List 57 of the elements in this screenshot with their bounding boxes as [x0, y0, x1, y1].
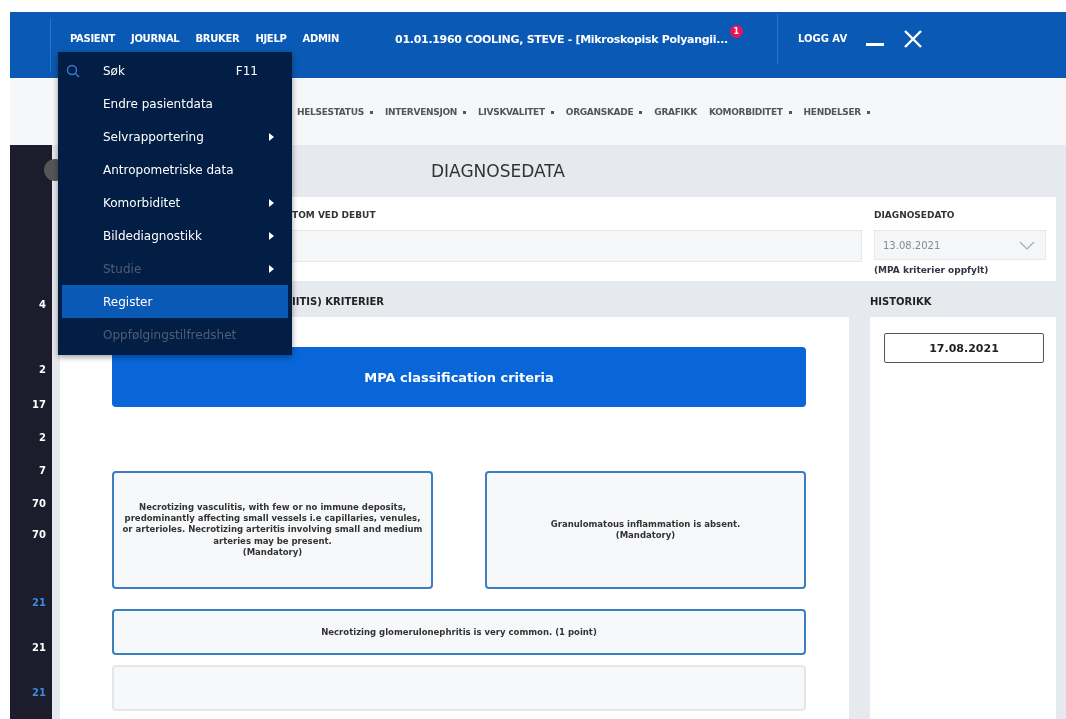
- sidebar-value: 21: [32, 686, 46, 699]
- field-label: TOM VED DEBUT: [292, 209, 377, 222]
- shortcut-label: F11: [235, 63, 258, 78]
- submenu-arrow-icon: [269, 231, 274, 240]
- history-date-button[interactable]: 17.08.2021: [884, 333, 1044, 363]
- section-heading: HISTORIKK: [870, 295, 933, 309]
- close-icon[interactable]: [903, 29, 924, 49]
- menu-item[interactable]: Bildediagnostikk: [62, 219, 288, 252]
- dropdown-icon: [369, 110, 373, 114]
- sidebar-value: 7: [39, 464, 46, 477]
- search-icon: [66, 63, 80, 78]
- menu-item[interactable]: ADMIN: [302, 33, 340, 45]
- menu-item[interactable]: Søk F11: [62, 54, 288, 87]
- nav-tab[interactable]: HENDELSER: [803, 106, 870, 117]
- submenu-arrow-icon: [269, 264, 274, 273]
- status-note: (MPA kriterier oppfylt): [874, 265, 990, 275]
- sidebar-value: 70: [32, 528, 46, 541]
- menu-item[interactable]: Komorbiditet: [62, 186, 288, 219]
- dropdown-icon: [867, 110, 870, 114]
- submenu-arrow-icon: [269, 198, 274, 207]
- sidebar-value: 21: [32, 641, 46, 654]
- submenu-arrow-icon: [269, 132, 274, 141]
- nav-tab[interactable]: ORGANSKADE: [565, 106, 643, 117]
- criteria-banner: MPA classification criteria: [112, 347, 806, 407]
- sidebar-value: 70: [32, 497, 46, 510]
- criterion-box[interactable]: Granulomatous inflammation is absent. (Mandatory): [485, 471, 806, 589]
- section-heading: IITIS) KRITERIER: [292, 295, 385, 309]
- menu-item[interactable]: HJELP: [255, 33, 287, 45]
- sidebar-value: 2: [39, 363, 46, 376]
- dropdown-icon: [639, 110, 643, 114]
- chevron-down-icon: [1019, 240, 1035, 250]
- nav-tab[interactable]: KOMORBIDITET: [708, 106, 792, 117]
- menu-item[interactable]: JOURNAL: [131, 33, 180, 45]
- dropdown-icon: [550, 110, 554, 114]
- dropdown-icon: [463, 110, 467, 114]
- menu-item[interactable]: BRUKER: [195, 33, 240, 45]
- menu-item[interactable]: Antropometriske data: [62, 153, 288, 186]
- patient-title: 01.01.1960 COOLING, STEVE - [Mikroskopisk Polyangii...: [395, 32, 728, 46]
- dropdown-icon: [788, 110, 792, 114]
- criterion-box[interactable]: Necrotizing vasculitis, with few or no immune deposits, predominantly affecting small vessels i.e capillaries, venules, or arterioles. Necrotizing arteritis involving small and medium arteries may be present. (Mandatory): [112, 471, 433, 589]
- logout-button[interactable]: LOGG AV: [776, 14, 848, 64]
- sidebar-value: 21: [32, 596, 46, 609]
- nav-tab[interactable]: HELSESTATUS: [297, 106, 373, 117]
- nav-tab[interactable]: LIVSKVALITET: [478, 106, 554, 117]
- sidebar-value: 4: [39, 298, 46, 311]
- sidebar-value: 2: [39, 431, 46, 444]
- nav-tab[interactable]: GRAFIKK: [654, 106, 697, 117]
- page-title: DIAGNOSEDATA: [430, 161, 565, 181]
- criterion-box[interactable]: Necrotizing glomerulonephritis is very common. (1 point): [112, 609, 806, 655]
- menu-item[interactable]: Endre pasientdata: [62, 87, 288, 120]
- field-label: DIAGNOSEDATO: [874, 209, 956, 222]
- notification-badge: 1: [729, 24, 743, 38]
- sidebar-value: 17: [32, 398, 46, 411]
- menu-item[interactable]: Register: [62, 285, 288, 318]
- menu-item[interactable]: PASIENT: [70, 33, 115, 45]
- nav-tab[interactable]: INTERVENSJON: [384, 106, 467, 117]
- menu-item[interactable]: Selvrapportering: [62, 120, 288, 153]
